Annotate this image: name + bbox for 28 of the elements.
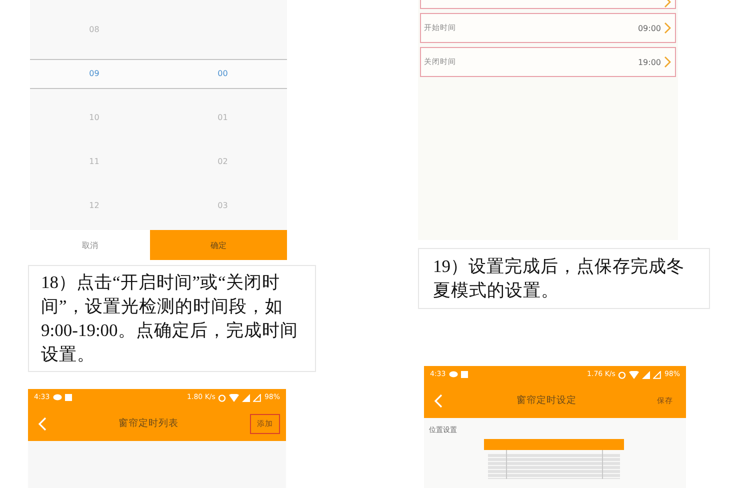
confirm-button[interactable]: 确定 — [150, 230, 287, 260]
hour-option[interactable]: 10 — [89, 113, 100, 123]
screen-title: 窗帘定时设定 — [516, 394, 578, 406]
back-icon[interactable] — [434, 394, 443, 408]
instruction-text: 19）设置完成后，点保存完成冬夏模式的设置。 — [418, 248, 710, 309]
setting-value[interactable]: 09:00 — [638, 24, 661, 32]
hour-option[interactable]: 11 — [89, 157, 100, 167]
image-icon — [460, 371, 468, 378]
screen-title: 窗帘定时列表 — [118, 418, 180, 430]
chat-icon — [52, 394, 62, 401]
chat-icon — [448, 371, 458, 378]
chevron-icon[interactable] — [664, 56, 671, 68]
image-icon — [64, 394, 72, 401]
minute-option[interactable]: 01 — [218, 113, 228, 123]
hour-option[interactable]: 12 — [89, 201, 100, 211]
setting-value[interactable]: 19:00 — [638, 58, 661, 66]
instruction-text: 18）点击“开启时间”或“关闭时间”，设置光检测的时间段，如9:00-19:00。点确定后，完成时间设置。 — [28, 265, 316, 372]
alarm-icon — [618, 370, 626, 378]
hour-option[interactable]: 09 — [89, 69, 100, 79]
wifi-icon — [229, 394, 240, 402]
alarm-icon — [218, 394, 226, 402]
minute-option[interactable]: 02 — [218, 157, 228, 167]
back-icon[interactable] — [38, 416, 47, 430]
chevron-icon[interactable] — [664, 22, 671, 34]
minute-option[interactable]: 00 — [218, 69, 228, 79]
minute-option[interactable]: 03 — [218, 201, 228, 211]
hour-option[interactable]: 08 — [89, 25, 100, 35]
wifi-icon — [629, 370, 640, 378]
